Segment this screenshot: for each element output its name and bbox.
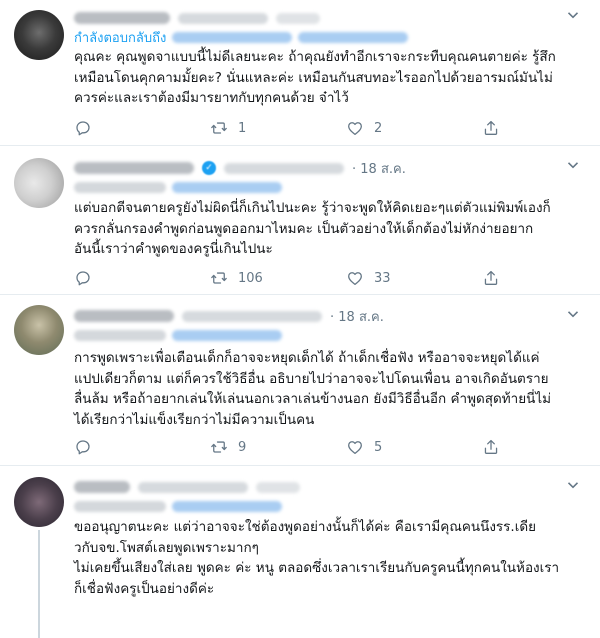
- tweet-date[interactable]: · 18 ส.ค.: [352, 158, 406, 179]
- more-options-caret[interactable]: [564, 305, 582, 323]
- date-redacted: [276, 12, 320, 24]
- tweet-text-line: ไม่เคยขึ้นเสียงใส่เลย พูดคะ ค่ะ หนู ตลอด…: [74, 560, 560, 576]
- tweet-text: ขออนุญาตนะคะ แต่ว่าอาจจะใช่ต้องพูดอย่างน…: [74, 517, 580, 599]
- tweet-3[interactable]: · 18 ส.ค. การพูดเพราะเพื่อเตือนเด็กก็อาจ…: [0, 295, 600, 466]
- handle-redacted: [182, 310, 322, 322]
- retweet-button[interactable]: 9: [210, 436, 246, 458]
- share-icon: [484, 439, 498, 454]
- tweet-text-line: ก็เชื่อฟังครูเป็นอย่างดีค่ะ: [74, 580, 215, 597]
- tweet-text-line: แต่บอกตีจนตายครูยังไม่ผิดนี่ก็เกินไปนะคะ…: [74, 200, 551, 216]
- reply-icon: [76, 121, 90, 136]
- mention-redacted[interactable]: [172, 329, 282, 341]
- tweet-actions: 9 5: [72, 436, 512, 458]
- tweet-text-line: ลื่นล้ม หรือถ้าอยากเล่นให้เล่นนอกเวลาเล่…: [74, 391, 552, 407]
- share-button[interactable]: [482, 436, 510, 458]
- handle-redacted: [224, 162, 344, 174]
- like-icon: [348, 272, 362, 286]
- reply-icon: [76, 271, 90, 286]
- thread-connector-line: [38, 530, 40, 638]
- reply-button[interactable]: [74, 267, 102, 289]
- tweet-header: [74, 9, 320, 27]
- caret-down-icon: [567, 311, 579, 318]
- verified-badge-icon: ✓: [202, 161, 216, 175]
- mention-redacted[interactable]: [172, 31, 293, 43]
- avatar[interactable]: [14, 305, 64, 355]
- tweet-header: ✓ · 18 ส.ค.: [74, 159, 406, 177]
- reply-button[interactable]: [74, 436, 102, 458]
- like-button[interactable]: 2: [346, 117, 382, 139]
- share-button[interactable]: [482, 117, 510, 139]
- retweet-count: 1: [238, 120, 247, 136]
- more-options-caret[interactable]: [564, 476, 582, 494]
- tweet-text-line: เหมือนโดนคุกคามมั้ยคะ? นั่นแหละค่ะ เหมือ…: [74, 69, 553, 86]
- caret-down-icon: [567, 162, 579, 169]
- tweet-text: แต่บอกตีจนตายครูยังไม่ผิดนี่ก็เกินไปนะคะ…: [74, 198, 580, 260]
- replying-to-label-redacted: [74, 329, 166, 341]
- like-icon: [348, 122, 362, 136]
- avatar[interactable]: [14, 477, 64, 527]
- avatar[interactable]: [14, 10, 64, 60]
- tweet-text-line: วกับจข.โพสต์เลยพูดเพราะมากๆ: [74, 539, 259, 556]
- like-count: 33: [374, 270, 391, 286]
- tweet-actions: 106 33: [72, 267, 512, 289]
- reply-button[interactable]: [74, 117, 102, 139]
- handle-redacted: [178, 12, 268, 24]
- tweet-text-line: ได้เรียกว่าไม่แข็งเรียกว่าไม่มีความเป็นค…: [74, 411, 315, 428]
- like-button[interactable]: 5: [346, 436, 382, 458]
- retweet-icon: [211, 122, 227, 134]
- display-name-redacted[interactable]: [74, 310, 174, 322]
- retweet-button[interactable]: 106: [210, 267, 263, 289]
- tweet-text: คุณคะ คุณพูดจาแบบนี้ไม่ดีเลยนะคะ ถ้าคุณย…: [74, 47, 580, 109]
- tweet-text-line: ขออนุญาตนะคะ แต่ว่าอาจจะใช่ต้องพูดอย่างน…: [74, 519, 537, 535]
- tweet-text-line: แปปเดียวก็ตาม แต่ก็ควรใช้วิธีอื่น อธิบาย…: [74, 370, 549, 387]
- tweet-header: [74, 478, 300, 496]
- share-icon: [484, 120, 498, 135]
- replying-to-line: [74, 327, 282, 343]
- replying-to-line: กำลังตอบกลับถึง: [74, 29, 409, 46]
- tweet-text-line: ควรกลั่นกรองคำพูดก่อนพูดออกมาไหมคะ เป็นต…: [74, 220, 534, 237]
- tweet-header: · 18 ส.ค.: [74, 307, 384, 325]
- tweet-text-line: ควรค่ะและเราต้องมีมารยาทกับทุกคนด้วย จ๋า…: [74, 90, 349, 106]
- handle-redacted: [138, 481, 248, 493]
- display-name-redacted[interactable]: [74, 162, 194, 174]
- tweet-1[interactable]: กำลังตอบกลับถึง คุณคะ คุณพูดจาแบบนี้ไม่ด…: [0, 0, 600, 146]
- caret-down-icon: [567, 482, 579, 489]
- retweet-icon: [211, 272, 227, 284]
- retweet-count: 9: [238, 439, 247, 455]
- like-button[interactable]: 33: [346, 267, 391, 289]
- reply-icon: [76, 440, 90, 455]
- like-count: 5: [374, 439, 383, 455]
- avatar[interactable]: [14, 158, 64, 208]
- tweet-date[interactable]: · 18 ส.ค.: [330, 306, 384, 327]
- tweet-text-line: คุณคะ คุณพูดจาแบบนี้ไม่ดีเลยนะคะ ถ้าคุณย…: [74, 49, 556, 65]
- replying-to-label-redacted: [74, 500, 166, 512]
- tweet-text: การพูดเพราะเพื่อเตือนเด็กก็อาจจะหยุดเด็ก…: [74, 348, 580, 430]
- retweet-icon: [211, 441, 227, 453]
- like-icon: [348, 441, 362, 455]
- display-name-redacted[interactable]: [74, 12, 170, 24]
- like-count: 2: [374, 120, 383, 136]
- mention-redacted[interactable]: [172, 181, 282, 193]
- share-button[interactable]: [482, 267, 510, 289]
- retweet-button[interactable]: 1: [210, 117, 246, 139]
- display-name-redacted[interactable]: [74, 481, 130, 493]
- replying-to-line: [74, 498, 282, 514]
- replying-to-label: กำลังตอบกลับถึง: [74, 30, 167, 46]
- retweet-count: 106: [238, 270, 263, 286]
- replying-to-line: [74, 179, 282, 195]
- mention-redacted[interactable]: [298, 31, 409, 43]
- mention-redacted[interactable]: [172, 500, 282, 512]
- tweet-text-line: การพูดเพราะเพื่อเตือนเด็กก็อาจจะหยุดเด็ก…: [74, 350, 540, 366]
- more-options-caret[interactable]: [564, 156, 582, 174]
- tweet-actions: 1 2: [72, 117, 512, 139]
- caret-down-icon: [567, 12, 579, 19]
- tweet-4[interactable]: ขออนุญาตนะคะ แต่ว่าอาจจะใช่ต้องพูดอย่างน…: [0, 466, 600, 638]
- more-options-caret[interactable]: [564, 6, 582, 24]
- tweet-text-line: อันนี้เราว่าคำพูดของครูนี่เกินไปนะ: [74, 241, 273, 257]
- share-icon: [484, 270, 498, 285]
- replying-to-label-redacted: [74, 181, 166, 193]
- date-redacted: [256, 481, 300, 493]
- tweet-2[interactable]: ✓ · 18 ส.ค. แต่บอกตีจนตายครูยังไม่ผิดนี่…: [0, 146, 600, 295]
